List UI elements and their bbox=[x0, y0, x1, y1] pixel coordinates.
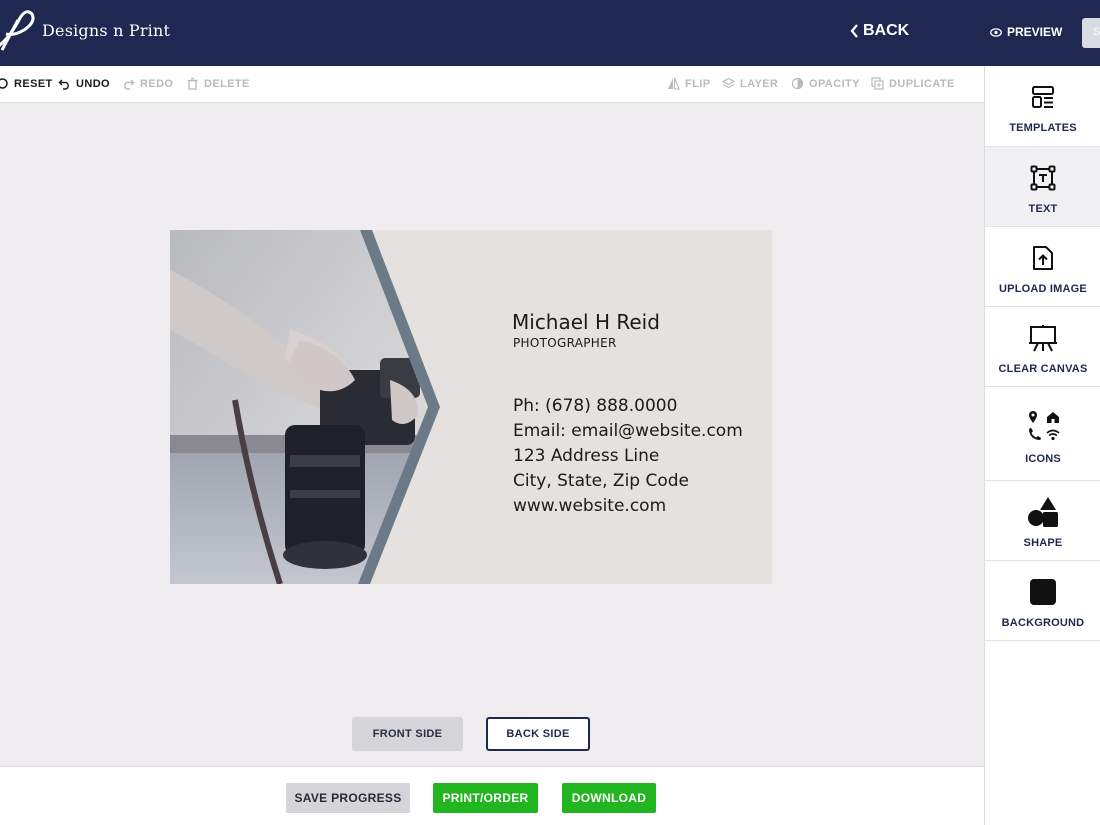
eye-icon bbox=[990, 27, 1002, 37]
back-label: BACK bbox=[863, 22, 910, 39]
clear-canvas-label: CLEAR CANVAS bbox=[998, 363, 1088, 375]
templates-label: TEMPLATES bbox=[1009, 122, 1077, 134]
layers-icon bbox=[722, 77, 735, 89]
card-title[interactable]: PHOTOGRAPHER bbox=[513, 336, 617, 350]
icons-label: ICONS bbox=[1025, 453, 1061, 465]
save-header-button[interactable]: S bbox=[1082, 18, 1100, 48]
editor-toolbar: RESET UNDO REDO DELETE FLIP LAYER OPACIT… bbox=[0, 66, 984, 103]
redo-label: REDO bbox=[140, 77, 174, 90]
reset-button[interactable]: RESET bbox=[0, 77, 53, 90]
duplicate-button[interactable]: DUPLICATE bbox=[871, 77, 955, 90]
reset-label: RESET bbox=[14, 77, 53, 90]
card-email[interactable]: Email: email@website.com bbox=[513, 421, 743, 441]
delete-button[interactable]: DELETE bbox=[186, 77, 250, 90]
back-button[interactable]: BACK bbox=[850, 22, 909, 40]
text-box-icon bbox=[1030, 165, 1056, 191]
card-address[interactable]: 123 Address Line bbox=[513, 446, 659, 466]
reset-icon bbox=[0, 78, 8, 89]
undo-button[interactable]: UNDO bbox=[58, 77, 110, 90]
sidebar-item-upload-image[interactable]: UPLOAD IMAGE bbox=[985, 227, 1100, 307]
photographer-photo[interactable] bbox=[170, 230, 772, 584]
business-card[interactable]: Michael H Reid PHOTOGRAPHER Ph: (678) 88… bbox=[170, 230, 772, 584]
upload-file-icon bbox=[1033, 246, 1053, 270]
templates-icon bbox=[1032, 86, 1054, 108]
duplicate-icon bbox=[871, 77, 884, 90]
layer-label: LAYER bbox=[740, 77, 779, 90]
preview-button[interactable]: PREVIEW bbox=[990, 25, 1062, 39]
easel-icon bbox=[1029, 325, 1057, 352]
undo-icon bbox=[58, 79, 69, 90]
opacity-button[interactable]: OPACITY bbox=[791, 77, 860, 90]
layer-button[interactable]: LAYER bbox=[722, 77, 778, 90]
card-city[interactable]: City, State, Zip Code bbox=[513, 471, 689, 491]
sidebar-item-background[interactable]: BACKGROUND bbox=[985, 561, 1100, 641]
redo-icon bbox=[124, 79, 135, 90]
flip-icon bbox=[668, 77, 680, 90]
delete-label: DELETE bbox=[204, 77, 250, 90]
print-order-button[interactable]: PRINT/ORDER bbox=[433, 783, 538, 813]
opacity-icon bbox=[791, 77, 804, 90]
tools-sidebar: TEMPLATES TEXT UPLOAD IMAGE CLEAR CANVAS… bbox=[984, 66, 1100, 825]
redo-button[interactable]: REDO bbox=[122, 77, 173, 90]
duplicate-label: DUPLICATE bbox=[889, 77, 955, 90]
undo-label: UNDO bbox=[76, 77, 110, 90]
background-label: BACKGROUND bbox=[1001, 617, 1085, 629]
icons-grid-icon bbox=[1029, 411, 1060, 441]
opacity-label: OPACITY bbox=[809, 77, 860, 90]
sidebar-item-shape[interactable]: SHAPE bbox=[985, 481, 1100, 561]
design-canvas[interactable]: Michael H Reid PHOTOGRAPHER Ph: (678) 88… bbox=[0, 103, 984, 766]
back-side-button[interactable]: BACK SIDE bbox=[486, 717, 590, 751]
save-header-label: S bbox=[1093, 26, 1100, 38]
card-phone[interactable]: Ph: (678) 888.0000 bbox=[513, 396, 677, 416]
brand-name: Designs n Print bbox=[42, 21, 171, 40]
background-square-icon bbox=[1030, 579, 1056, 605]
sidebar-item-clear-canvas[interactable]: CLEAR CANVAS bbox=[985, 307, 1100, 387]
app-header: Designs n Print BACK PREVIEW S bbox=[0, 0, 1100, 66]
text-label: TEXT bbox=[1028, 203, 1058, 215]
download-button[interactable]: DOWNLOAD bbox=[562, 783, 656, 813]
flip-button[interactable]: FLIP bbox=[667, 77, 710, 90]
sidebar-item-icons[interactable]: ICONS bbox=[985, 387, 1100, 481]
save-progress-button[interactable]: SAVE PROGRESS bbox=[286, 783, 410, 813]
shapes-icon bbox=[1028, 497, 1058, 527]
sidebar-item-text[interactable]: TEXT bbox=[985, 147, 1100, 227]
card-name[interactable]: Michael H Reid bbox=[512, 310, 660, 334]
upload-image-label: UPLOAD IMAGE bbox=[999, 283, 1087, 295]
trash-icon bbox=[187, 77, 198, 90]
bottom-action-bar: SAVE PROGRESS PRINT/ORDER DOWNLOAD bbox=[0, 766, 984, 825]
flip-label: FLIP bbox=[685, 77, 711, 90]
card-website[interactable]: www.website.com bbox=[513, 496, 666, 516]
chevron-left-icon bbox=[850, 24, 858, 38]
preview-label: PREVIEW bbox=[1007, 25, 1063, 39]
logo-icon bbox=[0, 10, 35, 51]
front-side-button[interactable]: FRONT SIDE bbox=[352, 717, 463, 751]
sidebar-item-templates[interactable]: TEMPLATES bbox=[985, 66, 1100, 147]
shape-label: SHAPE bbox=[1023, 537, 1063, 549]
